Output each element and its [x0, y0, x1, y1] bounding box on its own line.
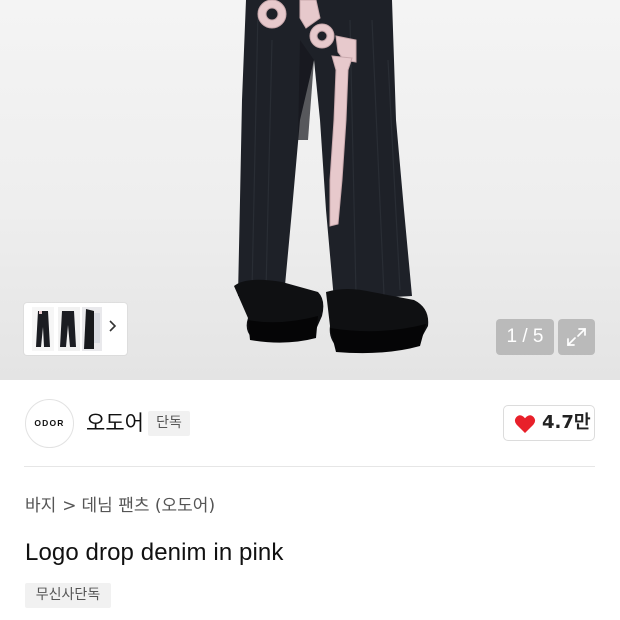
breadcrumb-separator: >: [62, 496, 77, 516]
expand-button[interactable]: [558, 319, 595, 355]
brand-logo[interactable]: ODOR: [25, 399, 74, 448]
breadcrumb: 바지 > 데님 팬츠 (오도어): [25, 493, 215, 519]
musinsa-exclusive-tag: 무신사단독: [25, 583, 111, 608]
product-title: Logo drop denim in pink: [25, 539, 284, 566]
like-button[interactable]: 4.7만: [503, 405, 595, 441]
breadcrumb-subcategory[interactable]: 데님 팬츠 (오도어): [82, 496, 216, 516]
like-count: 4.7만: [542, 412, 591, 433]
exclusive-badge: 단독: [148, 411, 190, 436]
chevron-right-icon[interactable]: [104, 316, 120, 336]
image-counter: 1 / 5: [496, 319, 554, 355]
expand-icon: [567, 328, 586, 346]
product-image-gallery[interactable]: 1 / 5: [0, 0, 620, 380]
heart-icon: [514, 415, 536, 433]
brand-name[interactable]: 오도어: [86, 408, 144, 438]
thumbnail-images: [32, 307, 102, 351]
breadcrumb-category[interactable]: 바지: [25, 496, 56, 516]
divider: [24, 466, 595, 467]
